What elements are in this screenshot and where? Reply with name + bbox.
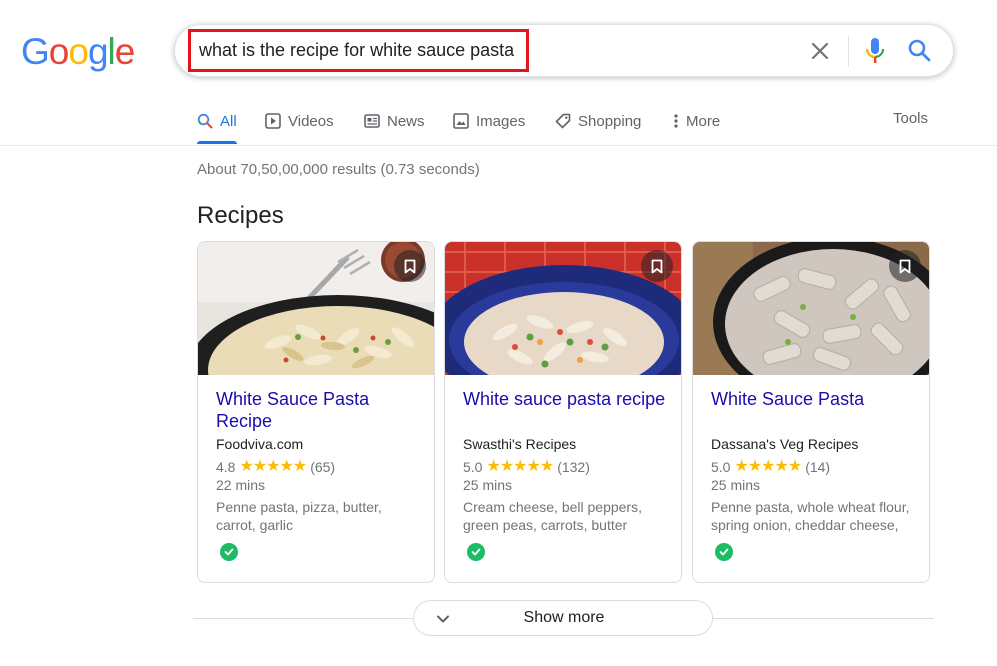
recipe-image-1[interactable] — [198, 242, 434, 375]
rating-value: 5.0 — [463, 459, 483, 475]
voice-search-button[interactable] — [863, 37, 887, 65]
active-tab-indicator — [197, 141, 237, 144]
cook-time: 25 mins — [463, 477, 513, 493]
star-rating-icon: ★★★★★ — [734, 458, 802, 475]
star-rating-icon: ★★★★★ — [239, 458, 307, 475]
microphone-icon — [865, 38, 885, 63]
logo-letter-o2: o — [68, 31, 89, 72]
rating-value: 4.8 — [216, 459, 236, 475]
recipe-image-3[interactable] — [693, 242, 929, 375]
logo-letter-g: G — [21, 31, 50, 72]
tab-shopping[interactable]: Shopping — [555, 110, 641, 132]
show-more-label: Show more — [523, 609, 605, 626]
clear-search-button[interactable] — [807, 38, 833, 64]
tab-news-label: News — [387, 112, 425, 130]
recipe-title-link[interactable]: White sauce pasta recipe — [463, 388, 669, 432]
search-divider — [848, 36, 849, 67]
cook-time: 25 mins — [711, 477, 761, 493]
tab-all-label: All — [220, 112, 237, 130]
google-logo[interactable]: Google — [21, 31, 136, 72]
recipe-source: Dassana's Veg Recipes — [711, 436, 859, 452]
search-box[interactable]: what is the recipe for white sauce pasta — [174, 24, 954, 77]
image-icon — [453, 113, 469, 129]
tab-videos-label: Videos — [288, 112, 334, 130]
play-icon — [265, 113, 281, 129]
recipe-rating: 4.8 ★★★★★ (65) — [216, 458, 422, 476]
more-vert-icon — [674, 114, 678, 128]
ingredients: Penne pasta, pizza, butter, carrot, garl… — [216, 499, 382, 533]
close-icon — [811, 42, 829, 60]
recipe-source: Foodviva.com — [216, 436, 304, 452]
tab-shopping-label: Shopping — [578, 112, 642, 130]
recipe-info-1: White Sauce Pasta Recipe Foodviva.com 4.… — [216, 388, 422, 534]
recipe-rating: 5.0 ★★★★★ (132) — [463, 458, 669, 476]
show-more-button[interactable]: Show more — [413, 600, 713, 636]
recipe-card-2[interactable]: White sauce pasta recipe Swasthi's Recip… — [444, 241, 682, 583]
bookmark-icon — [404, 259, 416, 273]
tab-all[interactable]: All — [197, 110, 237, 132]
result-stats: About 70,50,00,000 results (0.73 seconds… — [197, 161, 480, 178]
recipe-card-3[interactable]: White Sauce Pasta Dassana's Veg Recipes … — [692, 241, 930, 583]
logo-letter-l: l — [107, 31, 116, 72]
recipes-heading: Recipes — [197, 202, 284, 229]
review-count: (14) — [805, 459, 831, 475]
check-circle-icon — [715, 543, 733, 561]
rating-value: 5.0 — [711, 459, 731, 475]
recipe-source: Swasthi's Recipes — [463, 436, 577, 452]
tab-more-label: More — [686, 112, 721, 130]
ingredients: Cream cheese, bell peppers, green peas, … — [463, 499, 642, 533]
logo-letter-o1: o — [48, 31, 70, 72]
bookmark-icon — [651, 259, 663, 273]
tab-images[interactable]: Images — [453, 110, 525, 132]
review-count: (132) — [557, 459, 590, 475]
search-tabs: All Videos News Images Shopping More — [197, 107, 937, 147]
review-count: (65) — [310, 459, 336, 475]
newspaper-icon — [364, 114, 380, 128]
check-circle-icon — [467, 543, 485, 561]
search-icon — [197, 113, 213, 129]
tabs-divider — [0, 145, 997, 146]
save-recipe-button[interactable] — [889, 250, 921, 282]
tab-images-label: Images — [476, 112, 526, 130]
tab-news[interactable]: News — [364, 110, 425, 132]
ingredients: Penne pasta, whole wheat flour, spring o… — [711, 499, 910, 533]
save-recipe-button[interactable] — [641, 250, 673, 282]
save-recipe-button[interactable] — [394, 250, 426, 282]
star-rating-icon: ★★★★★ — [486, 458, 554, 475]
logo-letter-e: e — [114, 31, 136, 72]
tools-button[interactable]: Tools — [893, 110, 928, 127]
recipe-title-link[interactable]: White Sauce Pasta — [711, 388, 917, 432]
recipe-card-1[interactable]: White Sauce Pasta Recipe Foodviva.com 4.… — [197, 241, 435, 583]
search-input[interactable]: what is the recipe for white sauce pasta — [199, 40, 514, 61]
tab-more[interactable]: More — [673, 110, 720, 132]
recipe-info-2: White sauce pasta recipe Swasthi's Recip… — [463, 388, 669, 534]
recipe-info-3: White Sauce Pasta Dassana's Veg Recipes … — [711, 388, 917, 534]
recipe-image-2[interactable] — [445, 242, 681, 375]
query-highlight-box[interactable]: what is the recipe for white sauce pasta — [188, 29, 529, 72]
check-circle-icon — [220, 543, 238, 561]
tag-icon — [555, 113, 571, 129]
bookmark-icon — [899, 259, 911, 273]
tab-videos[interactable]: Videos — [265, 110, 334, 132]
search-submit-button[interactable] — [906, 37, 934, 65]
recipe-rating: 5.0 ★★★★★ (14) — [711, 458, 917, 476]
search-icon — [908, 39, 931, 62]
cook-time: 22 mins — [216, 477, 266, 493]
logo-letter-g2: g — [87, 31, 109, 72]
recipe-title-link[interactable]: White Sauce Pasta Recipe — [216, 388, 422, 432]
